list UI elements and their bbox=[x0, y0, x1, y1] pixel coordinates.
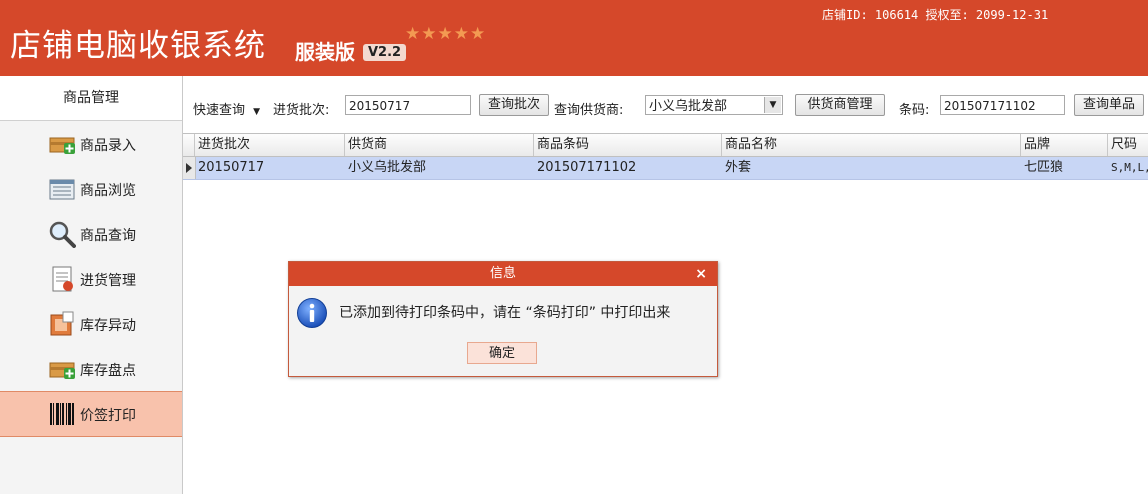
sidebar-item-label: 商品浏览 bbox=[80, 183, 136, 199]
supplier-management-button[interactable]: 供货商管理 bbox=[795, 94, 885, 116]
info-icon bbox=[297, 298, 327, 328]
sidebar-item-product-browse[interactable]: 商品浏览 bbox=[0, 167, 182, 211]
cell-supplier[interactable]: 小义乌批发部 bbox=[345, 157, 537, 179]
cell-batch[interactable]: 20150717 bbox=[195, 157, 348, 179]
column-header-supplier[interactable]: 供货商 bbox=[345, 134, 534, 156]
dialog-message: 已添加到待打印条码中，请在 “条码打印” 中打印出来 bbox=[339, 305, 671, 321]
batch-label: 进货批次: bbox=[273, 103, 330, 118]
table-row[interactable]: 20150717 小义乌批发部 201507171102 外套 七匹狼 S,M,… bbox=[183, 157, 1148, 180]
sidebar-item-label: 商品查询 bbox=[80, 228, 136, 244]
app-header: 店铺电脑收银系统 服装版 V2.2 ★★★★★ 店铺ID: 106614 授权至… bbox=[0, 0, 1148, 76]
cell-brand[interactable]: 七匹狼 bbox=[1021, 157, 1111, 179]
rating-stars: ★★★★★ bbox=[405, 24, 487, 44]
dialog-title: 信息 bbox=[489, 266, 516, 281]
sidebar-item-label: 商品录入 bbox=[80, 138, 136, 154]
row-pointer-icon bbox=[186, 163, 192, 173]
column-header-product-name[interactable]: 商品名称 bbox=[722, 134, 1021, 156]
sidebar-item-product-entry[interactable]: 商品录入 bbox=[0, 122, 182, 166]
sidebar-item-label: 进货管理 bbox=[80, 273, 136, 289]
version-badge: V2.2 bbox=[363, 44, 407, 61]
sidebar-item-purchase[interactable]: 进货管理 bbox=[0, 257, 182, 301]
chevron-down-icon[interactable]: ▼ bbox=[764, 97, 781, 113]
grid-corner bbox=[183, 134, 195, 156]
sidebar-item-label-print[interactable]: 价签打印 bbox=[0, 391, 182, 437]
quick-query-label: 快速查询 bbox=[193, 103, 246, 118]
sidebar-item-label: 库存盘点 bbox=[80, 363, 136, 379]
edition-label: 服装版 bbox=[295, 40, 355, 64]
ok-button[interactable]: 确定 bbox=[467, 342, 537, 364]
product-list-icon bbox=[49, 179, 75, 200]
grid-header: 进货批次 供货商 商品条码 商品名称 品牌 尺码 bbox=[183, 134, 1148, 157]
supplier-select-value: 小义乌批发部 bbox=[649, 99, 728, 114]
store-info: 店铺ID: 106614 授权至: 2099-12-31 bbox=[822, 8, 1049, 22]
sidebar-title[interactable]: 商品管理 bbox=[0, 76, 182, 121]
barcode-icon bbox=[50, 403, 74, 425]
app-title: 店铺电脑收银系统 bbox=[10, 28, 266, 64]
supplier-label: 查询供货商: bbox=[554, 103, 624, 118]
stock-change-icon bbox=[50, 311, 74, 336]
sidebar-item-product-query[interactable]: 商品查询 bbox=[0, 212, 182, 256]
cell-size[interactable]: S,M,L, bbox=[1108, 157, 1148, 179]
barcode-label: 条码: bbox=[899, 103, 930, 118]
cell-barcode[interactable]: 201507171102 bbox=[534, 157, 725, 179]
search-icon bbox=[49, 221, 76, 248]
barcode-input[interactable]: 201507171102 bbox=[940, 95, 1065, 115]
query-single-item-button[interactable]: 查询单品 bbox=[1074, 94, 1144, 116]
sidebar-item-label: 库存异动 bbox=[80, 318, 136, 334]
sidebar-item-stock-change[interactable]: 库存异动 bbox=[0, 302, 182, 346]
sidebar: 商品管理 商品录入 商品浏览 商品查询 进货管理 库存异动 库存盘点 价签打印 bbox=[0, 76, 183, 494]
cell-product-name[interactable]: 外套 bbox=[722, 157, 1024, 179]
query-batch-button[interactable]: 查询批次 bbox=[479, 94, 549, 116]
product-add-icon bbox=[49, 137, 75, 154]
close-icon[interactable]: × bbox=[695, 265, 707, 283]
query-toolbar: 快速查询 ▼ 进货批次: 20150717 查询批次 查询供货商: 小义乌批发部… bbox=[183, 90, 1148, 122]
column-header-barcode[interactable]: 商品条码 bbox=[534, 134, 722, 156]
stock-count-icon bbox=[49, 362, 75, 379]
batch-input[interactable]: 20150717 bbox=[345, 95, 471, 115]
purchase-doc-icon bbox=[52, 266, 73, 292]
sidebar-item-label: 价签打印 bbox=[80, 408, 136, 424]
supplier-select[interactable]: 小义乌批发部 ▼ bbox=[645, 95, 783, 115]
sidebar-item-stock-count[interactable]: 库存盘点 bbox=[0, 347, 182, 391]
quick-query-dropdown[interactable]: 快速查询 ▼ bbox=[193, 99, 260, 118]
info-dialog: 信息 × 已添加到待打印条码中，请在 “条码打印” 中打印出来 确定 bbox=[288, 261, 718, 377]
dialog-titlebar[interactable]: 信息 × bbox=[289, 262, 717, 286]
column-header-size[interactable]: 尺码 bbox=[1108, 134, 1148, 156]
column-header-brand[interactable]: 品牌 bbox=[1021, 134, 1108, 156]
caret-down-icon: ▼ bbox=[253, 107, 261, 117]
column-header-batch[interactable]: 进货批次 bbox=[195, 134, 345, 156]
